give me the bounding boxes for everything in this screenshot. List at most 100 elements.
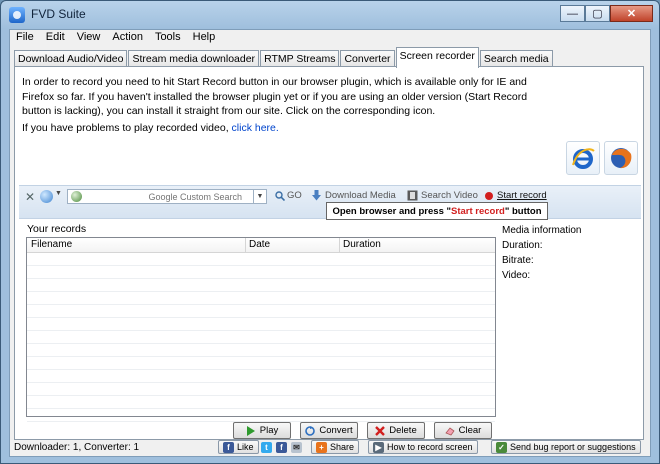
table-row	[27, 305, 495, 318]
maximize-button[interactable]: ▢	[585, 5, 610, 22]
menu-view[interactable]: View	[71, 30, 107, 46]
how-to-record-button[interactable]: ▶ How to record screen	[368, 440, 478, 454]
table-row	[27, 344, 495, 357]
menu-bar: File Edit View Action Tools Help	[10, 30, 650, 46]
like-label: Like	[237, 442, 254, 452]
clear-label: Clear	[458, 425, 482, 436]
tooltip-prefix: Open browser and press "	[332, 205, 451, 217]
search-dropdown-icon[interactable]: ▼	[253, 190, 266, 203]
menu-help[interactable]: Help	[187, 30, 222, 46]
media-information-panel: Media information Duration: Bitrate: Vid…	[502, 223, 581, 283]
how-to-label: How to record screen	[387, 442, 473, 452]
download-media-label: Download Media	[325, 190, 396, 201]
share-button[interactable]: + Share	[311, 440, 360, 454]
convert-button[interactable]: Convert	[300, 422, 358, 439]
table-row	[27, 292, 495, 305]
menu-file[interactable]: File	[10, 30, 40, 46]
records-rows	[27, 253, 495, 422]
play-button[interactable]: Play	[233, 422, 291, 439]
search-input[interactable]	[92, 190, 242, 203]
chevron-down-icon[interactable]: ▼	[55, 190, 62, 197]
window-title: FVD Suite	[31, 7, 86, 21]
media-duration-label: Duration:	[502, 240, 543, 251]
start-record-label: Start record	[497, 190, 547, 201]
column-divider[interactable]	[339, 238, 340, 252]
clear-icon	[444, 426, 455, 435]
screen-recorder-panel: In order to record you need to hit Start…	[14, 66, 644, 440]
tooltip-highlight: Start record	[451, 205, 505, 217]
delete-icon	[375, 425, 386, 436]
column-date[interactable]: Date	[249, 239, 270, 250]
play-label: Play	[259, 425, 279, 436]
table-row	[27, 253, 495, 266]
table-row	[27, 331, 495, 344]
table-row	[27, 357, 495, 370]
click-here-link[interactable]: click here.	[232, 122, 279, 134]
close-button[interactable]: ✕	[610, 5, 653, 22]
client-area: File Edit View Action Tools Help Downloa…	[9, 29, 651, 457]
firefox-logo-icon	[611, 148, 632, 169]
start-record-button[interactable]: Start record	[485, 190, 547, 201]
play-icon	[246, 425, 255, 436]
minimize-button[interactable]: —	[560, 5, 585, 22]
go-button[interactable]: GO	[275, 190, 302, 201]
app-window: FVD Suite — ▢ ✕ File Edit View Action To…	[0, 0, 660, 464]
download-media-button[interactable]: Download Media	[311, 190, 396, 201]
table-row	[27, 318, 495, 331]
video-icon: ▶	[373, 441, 384, 453]
search-engine-icon[interactable]	[71, 191, 82, 202]
table-row	[27, 383, 495, 396]
menu-tools[interactable]: Tools	[149, 30, 187, 46]
share-icon: +	[316, 441, 327, 453]
facebook-share-icon[interactable]: f	[276, 442, 287, 453]
magnifier-icon	[275, 190, 285, 201]
close-toolbar-icon[interactable]: ✕	[25, 190, 35, 204]
column-duration[interactable]: Duration	[343, 239, 381, 250]
media-info-header: Media information	[502, 225, 582, 236]
email-icon[interactable]: ✉	[291, 442, 302, 453]
menu-action[interactable]: Action	[106, 30, 149, 46]
like-button[interactable]: f Like	[218, 440, 259, 454]
browser-plugin-toolbar: ✕ ▼ ▼ GO Download Media S	[19, 185, 641, 220]
table-row	[27, 370, 495, 383]
film-icon	[407, 190, 418, 201]
tooltip-suffix: " button	[504, 205, 542, 217]
twitter-icon[interactable]: t	[261, 442, 272, 453]
internet-explorer-icon[interactable]	[566, 141, 600, 175]
table-row	[27, 266, 495, 279]
problems-line: If you have problems to play recorded vi…	[22, 121, 542, 136]
app-logo-icon	[9, 7, 25, 23]
bug-icon: ✓	[496, 441, 507, 453]
facebook-icon: f	[223, 441, 234, 453]
column-filename[interactable]: Filename	[31, 239, 72, 250]
tab-screen-recorder[interactable]: Screen recorder	[395, 47, 479, 68]
bug-label: Send bug report or suggestions	[510, 442, 636, 452]
ie-logo-icon	[572, 148, 595, 169]
convert-icon	[305, 425, 316, 436]
column-divider[interactable]	[245, 238, 246, 252]
menu-edit[interactable]: Edit	[40, 30, 71, 46]
instructions-text: In order to record you need to hit Start…	[22, 76, 528, 117]
status-bar: Downloader: 1, Converter: 1 f Like t f ✉…	[10, 440, 650, 456]
search-video-button[interactable]: Search Video	[407, 190, 478, 201]
start-record-tooltip: Open browser and press " Start record " bu…	[326, 202, 548, 220]
firefox-icon[interactable]	[604, 141, 638, 175]
globe-icon[interactable]	[40, 190, 53, 203]
delete-label: Delete	[389, 425, 417, 436]
clear-button[interactable]: Clear	[434, 422, 492, 439]
table-row	[27, 409, 495, 422]
title-bar[interactable]: FVD Suite — ▢ ✕	[1, 1, 659, 29]
table-row	[27, 279, 495, 292]
instructions: In order to record you need to hit Start…	[22, 75, 542, 135]
bug-report-button[interactable]: ✓ Send bug report or suggestions	[491, 440, 641, 454]
problems-text: If you have problems to play recorded vi…	[22, 121, 232, 134]
table-row	[27, 396, 495, 409]
search-video-label: Search Video	[421, 190, 478, 201]
media-video-label: Video:	[502, 270, 531, 281]
records-label: Your records	[27, 223, 87, 235]
records-table-header: Filename Date Duration	[27, 238, 495, 253]
delete-button[interactable]: Delete	[367, 422, 425, 439]
records-table[interactable]: Filename Date Duration	[26, 237, 496, 422]
media-bitrate-label: Bitrate:	[502, 255, 534, 266]
share-label: Share	[330, 442, 355, 452]
